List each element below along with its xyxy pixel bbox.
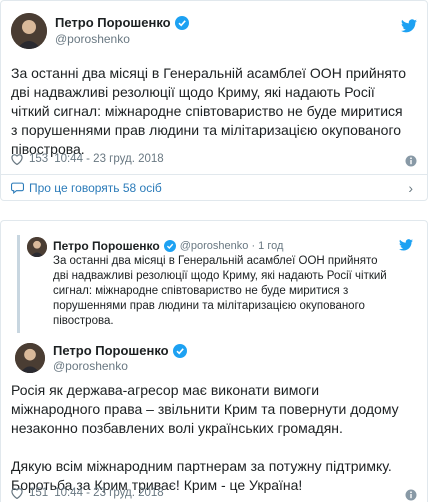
quote-divider	[17, 235, 20, 333]
timestamp[interactable]: 10:44 - 23 груд. 2018	[54, 487, 164, 499]
verified-badge-icon	[174, 15, 189, 30]
twitter-bird-icon[interactable]	[399, 239, 413, 251]
author-handle[interactable]: @poroshenko	[55, 32, 130, 46]
tweet-card-2: Петро Порошенко @poroshenko · 1 год За о…	[0, 220, 428, 502]
author-name[interactable]: Петро Порошенко	[53, 343, 169, 358]
quoted-author-name[interactable]: Петро Порошенко	[53, 239, 160, 253]
quoted-author-handle[interactable]: @poroshenko · 1 год	[180, 240, 284, 252]
twitter-bird-icon[interactable]	[401, 19, 417, 33]
timestamp[interactable]: 10:44 - 23 груд. 2018	[54, 153, 164, 165]
like-count[interactable]: 151	[29, 487, 48, 499]
verified-badge-icon	[163, 240, 176, 252]
conversation-link[interactable]: Про це говорять 58 осіб ›	[11, 177, 413, 199]
quoted-author-avatar[interactable]	[27, 237, 47, 257]
tweet-text: За останні два місяці в Генеральній асам…	[11, 65, 407, 157]
info-icon[interactable]	[405, 489, 417, 501]
author-name[interactable]: Петро Порошенко	[55, 15, 171, 30]
tweet-text: Росія як держава-агресор має виконати ви…	[11, 382, 399, 493]
comment-bubble-icon	[11, 182, 24, 194]
tweet-card-1: Петро Порошенко @poroshenko За останні д…	[0, 0, 428, 201]
info-icon[interactable]	[405, 155, 417, 167]
author-avatar[interactable]	[11, 13, 47, 49]
like-count[interactable]: 153	[29, 153, 48, 165]
heart-icon[interactable]	[11, 153, 23, 165]
conversation-link-text[interactable]: Про це говорять 58 осіб	[29, 181, 162, 195]
author-handle[interactable]: @poroshenko	[53, 359, 128, 373]
chevron-right-icon[interactable]: ›	[408, 180, 413, 196]
divider	[1, 174, 427, 175]
verified-badge-icon	[172, 343, 187, 358]
heart-icon[interactable]	[11, 487, 23, 499]
author-avatar[interactable]	[15, 343, 45, 373]
quoted-tweet-text: За останні два місяці в Генеральній асам…	[53, 255, 387, 327]
